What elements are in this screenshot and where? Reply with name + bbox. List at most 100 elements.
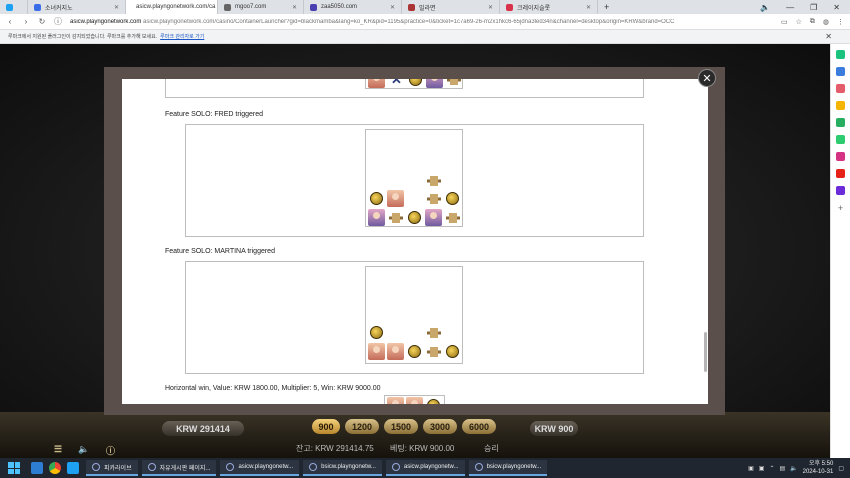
profile-icon[interactable]: ◍ xyxy=(823,18,829,26)
cast-icon[interactable]: ▭ xyxy=(781,18,788,26)
bet-option-1500[interactable]: 1500 xyxy=(384,419,418,434)
bird-icon[interactable] xyxy=(67,462,79,474)
bet-option-3000[interactable]: 3000 xyxy=(423,419,457,434)
taskbar-app[interactable]: 자유게시판 페이지... xyxy=(141,460,217,476)
instagram-icon[interactable] xyxy=(836,152,845,161)
chrome-icon[interactable] xyxy=(49,462,61,474)
bet-option-6000[interactable]: 6000 xyxy=(462,419,496,434)
menu-icon[interactable]: ☰ xyxy=(54,444,62,455)
taskbar-clock[interactable]: 오후 5:50 2024-10-31 xyxy=(803,460,834,476)
app-icon xyxy=(474,463,483,471)
volume-icon[interactable]: 🔈 xyxy=(790,465,797,472)
tab-1[interactable]: 소녀커지노 ✕ xyxy=(28,0,126,14)
tab-favicon xyxy=(34,3,41,11)
extensions-icon[interactable]: ⧉ xyxy=(810,18,815,26)
file-explorer-icon[interactable] xyxy=(31,462,43,474)
symbol-bee xyxy=(407,79,424,88)
tray-app-icon[interactable]: ▣ xyxy=(759,465,765,472)
app-icon xyxy=(92,463,100,471)
sidebar-app-icon[interactable] xyxy=(836,135,845,144)
tab-close-icon[interactable]: ✕ xyxy=(488,4,493,11)
info-bar-close-icon[interactable]: ✕ xyxy=(825,32,832,41)
sound-icon[interactable]: 🔈 xyxy=(78,444,89,455)
network-icon[interactable]: ▤ xyxy=(779,465,785,472)
windows-taskbar: 피카라이브 자유게시판 페이지... asicw.playngonetw... … xyxy=(0,458,850,478)
forward-icon[interactable]: › xyxy=(22,17,30,26)
address-bar: ‹ › ↻ ⓘ asicw.playngonetwork.com asicw.p… xyxy=(0,14,850,30)
symbol-plane xyxy=(425,172,442,189)
system-tray: ▣ ▣ ⌃ ▤ 🔈 오후 5:50 2024-10-31 ▢ xyxy=(748,460,850,476)
chevron-up-icon[interactable]: ⌃ xyxy=(769,465,774,472)
reload-icon[interactable]: ↻ xyxy=(38,17,46,26)
bet-option-900[interactable]: 900 xyxy=(312,419,340,434)
twitter-tab[interactable] xyxy=(0,0,28,14)
modal-scrollbar[interactable] xyxy=(704,332,707,372)
sidebar-app-icon[interactable] xyxy=(836,67,845,76)
taskbar-app[interactable]: asicw.playngonetw... xyxy=(220,460,300,476)
youtube-icon[interactable] xyxy=(836,169,845,178)
symbol-woman xyxy=(425,209,442,226)
browser-tab-strip: 소녀커지노✕ asicw.playngonetwork.com/ca✕ mgoo… xyxy=(0,0,850,14)
tab-4[interactable]: zaa5050.com ✕ xyxy=(304,0,402,14)
close-window-button[interactable]: ✕ xyxy=(833,3,840,12)
symbol-bee xyxy=(444,190,461,207)
symbol-woman xyxy=(368,79,385,88)
sidebar-app-icon[interactable] xyxy=(836,101,845,110)
info-icon[interactable]: ⓘ xyxy=(106,444,115,457)
sidebar-app-icon[interactable] xyxy=(836,186,845,195)
symbol-plane xyxy=(445,79,462,88)
symbol-x: ✕ xyxy=(391,79,402,87)
restore-button[interactable]: ❐ xyxy=(810,3,817,12)
app-icon xyxy=(147,463,156,471)
bet-option-1200[interactable]: 1200 xyxy=(345,419,379,434)
sidebar-app-icon[interactable] xyxy=(836,50,845,59)
symbol-bee xyxy=(406,343,423,360)
symbol-bee xyxy=(368,190,385,207)
symbol-woman xyxy=(426,79,443,88)
bottom-balance: 잔고: KRW 291414.75 xyxy=(296,444,374,453)
info-bar-link[interactable]: 루마크 관리자로 가기 xyxy=(160,33,204,40)
symbol-plane xyxy=(444,209,461,226)
new-tab-button[interactable]: + xyxy=(598,0,615,14)
tab-2[interactable]: asicw.playngonetwork.com/ca✕ xyxy=(126,0,218,14)
site-info-icon[interactable]: ⓘ xyxy=(54,16,62,27)
tab-close-icon[interactable]: ✕ xyxy=(586,4,591,11)
symbol-woman xyxy=(387,343,404,360)
bookmark-icon[interactable]: ☆ xyxy=(796,18,802,26)
tab-close-icon[interactable]: ✕ xyxy=(292,4,297,11)
bird-icon xyxy=(6,3,13,11)
taskbar-app[interactable]: bsicw.playngonetw... xyxy=(468,460,548,476)
taskbar-app[interactable]: 피카라이브 xyxy=(86,460,138,476)
menu-icon[interactable]: ⋮ xyxy=(837,18,844,26)
sidebar-app-icon[interactable] xyxy=(836,118,845,127)
back-icon[interactable]: ‹ xyxy=(6,17,14,26)
info-bar: 루마크에서 지원된 플러그인이 감지되었습니다. 루마크를 추가해 보세요. 루… xyxy=(0,30,850,44)
tab-3[interactable]: mgoo7.com ✕ xyxy=(218,0,304,14)
symbol-plane xyxy=(425,190,442,207)
minimize-button[interactable]: — xyxy=(786,3,794,12)
reel-grid xyxy=(365,266,463,364)
tab-close-icon[interactable]: ✕ xyxy=(114,4,119,11)
volume-icon[interactable]: 🔈 xyxy=(760,3,770,12)
app-icon xyxy=(309,463,318,471)
reel-grid xyxy=(384,395,445,404)
tab-5[interactable]: 밀라면 ✕ xyxy=(402,0,500,14)
taskbar-app[interactable]: asicw.playngonetw... xyxy=(385,460,465,476)
symbol-bee xyxy=(444,343,461,360)
feature-label: Feature SOLO: FRED triggered xyxy=(165,111,264,118)
taskbar-app[interactable]: bsicw.playngonetw... xyxy=(303,460,382,476)
tab-6[interactable]: 크레이지슬롯 ✕ xyxy=(500,0,598,14)
add-icon[interactable]: + xyxy=(838,203,843,213)
reel-grid xyxy=(365,129,463,227)
symbol-bee xyxy=(425,397,442,404)
tray-app-icon[interactable]: ▣ xyxy=(748,465,754,472)
balance-display: KRW 291414 xyxy=(162,421,244,436)
sidebar-app-icon[interactable] xyxy=(836,84,845,93)
windows-start-icon[interactable] xyxy=(8,462,20,474)
modal-close-button[interactable]: ✕ xyxy=(698,69,716,87)
url-field[interactable]: asicw.playngonetwork.com asicw.playngone… xyxy=(70,19,773,25)
tab-favicon xyxy=(224,3,231,11)
notification-icon[interactable]: ▢ xyxy=(838,465,844,472)
app-icon xyxy=(226,463,235,471)
tab-close-icon[interactable]: ✕ xyxy=(390,4,395,11)
